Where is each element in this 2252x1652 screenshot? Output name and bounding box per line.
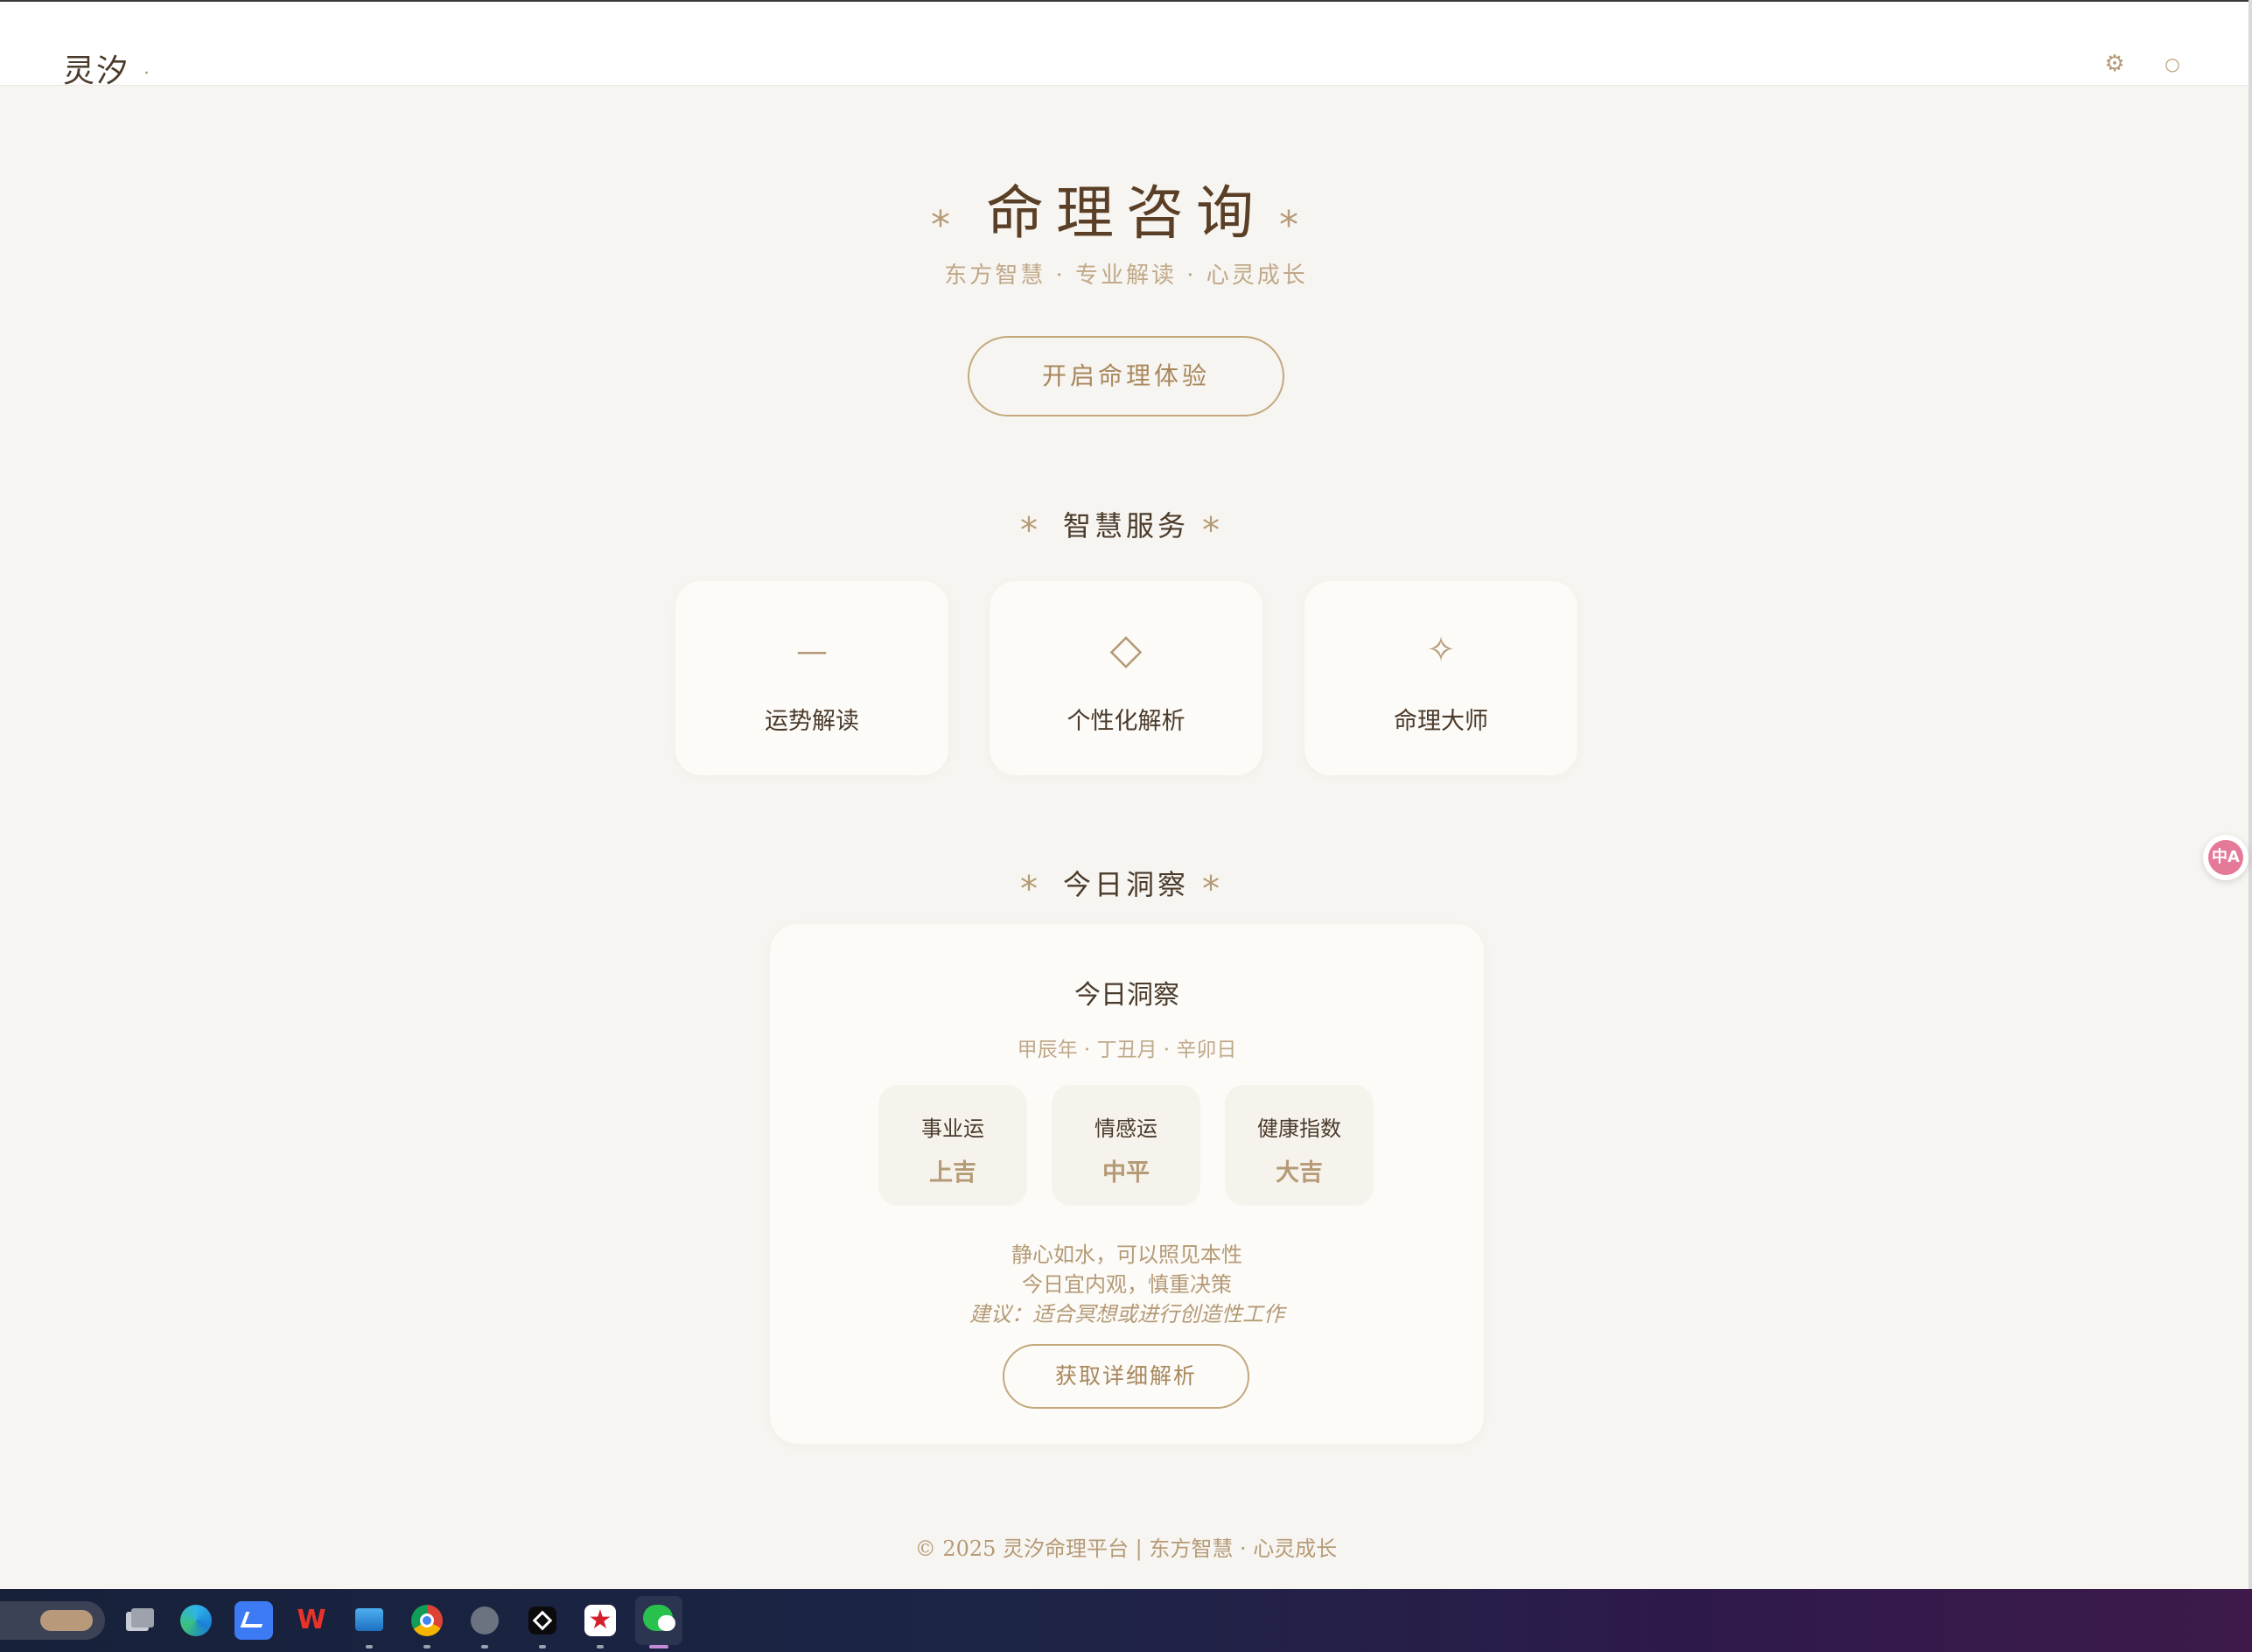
logo-text: 灵汐 bbox=[63, 53, 130, 89]
widget-image-icon bbox=[40, 1610, 93, 1631]
logo[interactable]: 灵汐 · bbox=[63, 46, 151, 91]
photos-icon[interactable] bbox=[350, 1601, 388, 1640]
lunar-date: 甲辰年 · 丁丑月 · 辛卯日 bbox=[1017, 1039, 1237, 1061]
service-label: 个性化解析 bbox=[1067, 708, 1185, 735]
active-indicator bbox=[649, 1645, 668, 1648]
luck-card-career: 事业运 上吉 bbox=[878, 1085, 1027, 1206]
insight-card-title: 今日洞察 bbox=[1074, 980, 1179, 1011]
service-label: 命理大师 bbox=[1394, 708, 1488, 735]
luck-name: 情感运 bbox=[1095, 1116, 1157, 1141]
feishu-icon[interactable] bbox=[234, 1601, 273, 1640]
translate-icon: 中A bbox=[2208, 840, 2243, 875]
running-indicator bbox=[366, 1645, 373, 1648]
os-taskbar: W ★ bbox=[0, 1589, 2252, 1652]
service-card-personalized[interactable]: ◇ 个性化解析 bbox=[990, 581, 1262, 775]
services-title: 智慧服务 bbox=[1062, 509, 1189, 542]
luck-card-health: 健康指数 大吉 bbox=[1225, 1085, 1374, 1206]
star-icon: ⁎ bbox=[1279, 191, 1298, 235]
app-icon[interactable] bbox=[465, 1601, 504, 1640]
service-label: 运势解读 bbox=[765, 708, 859, 735]
insight-message: 今日宜内观，慎重决策 bbox=[1022, 1272, 1232, 1297]
get-details-button[interactable]: 获取详细解析 bbox=[1003, 1344, 1249, 1409]
running-indicator bbox=[423, 1645, 430, 1648]
settings-icon[interactable]: ⚙ bbox=[2103, 52, 2126, 75]
page-title: 命理咨询 bbox=[986, 179, 1266, 247]
service-card-fortune[interactable]: — 运势解读 bbox=[675, 581, 948, 775]
window-edge bbox=[2249, 0, 2252, 1589]
user-icon[interactable]: ○ bbox=[2161, 52, 2184, 75]
search-widget[interactable] bbox=[0, 1601, 105, 1640]
edge-icon[interactable] bbox=[177, 1601, 215, 1640]
red-app-icon[interactable]: ★ bbox=[581, 1601, 619, 1640]
logo-dot: · bbox=[143, 62, 152, 85]
wps-icon[interactable]: W bbox=[292, 1601, 331, 1640]
page-subtitle: 东方智慧 · 专业解读 · 心灵成长 bbox=[944, 262, 1308, 289]
luck-value: 上吉 bbox=[929, 1159, 976, 1186]
sparkle-icon: ✧ bbox=[1426, 630, 1456, 670]
running-indicator bbox=[481, 1645, 488, 1648]
luck-card-love: 情感运 中平 bbox=[1052, 1085, 1200, 1206]
luck-name: 健康指数 bbox=[1257, 1116, 1341, 1141]
running-indicator bbox=[597, 1645, 604, 1648]
chrome-icon[interactable] bbox=[408, 1601, 446, 1640]
footer-copyright: © 2025 灵汐命理平台 | 东方智慧 · 心灵成长 bbox=[914, 1536, 1338, 1561]
diamond-icon: ◇ bbox=[1109, 625, 1143, 674]
service-card-master[interactable]: ✧ 命理大师 bbox=[1304, 581, 1577, 775]
star-icon: ⁎ bbox=[1202, 500, 1220, 540]
insight-advice: 建议：适合冥想或进行创造性工作 bbox=[969, 1302, 1284, 1326]
start-experience-button[interactable]: 开启命理体验 bbox=[968, 336, 1284, 416]
wechat-icon[interactable] bbox=[635, 1596, 682, 1645]
luck-value: 中平 bbox=[1102, 1159, 1150, 1186]
insight-section-title: 今日洞察 bbox=[1062, 868, 1189, 901]
star-icon: ⁎ bbox=[1202, 858, 1220, 899]
luck-name: 事业运 bbox=[921, 1116, 984, 1141]
luck-value: 大吉 bbox=[1276, 1159, 1323, 1186]
task-view-icon[interactable] bbox=[119, 1601, 157, 1640]
dash-icon: — bbox=[796, 634, 828, 669]
daily-insight-card: 今日洞察 甲辰年 · 丁丑月 · 辛卯日 事业运 上吉 情感运 中平 健康指数 … bbox=[770, 924, 1484, 1444]
running-indicator bbox=[539, 1645, 546, 1648]
top-navbar: 灵汐 · ⚙ ○ bbox=[0, 0, 2252, 89]
insight-message: 静心如水，可以照见本性 bbox=[1011, 1242, 1242, 1267]
translate-widget[interactable]: 中A bbox=[2203, 835, 2249, 880]
capcut-icon[interactable] bbox=[523, 1601, 562, 1640]
